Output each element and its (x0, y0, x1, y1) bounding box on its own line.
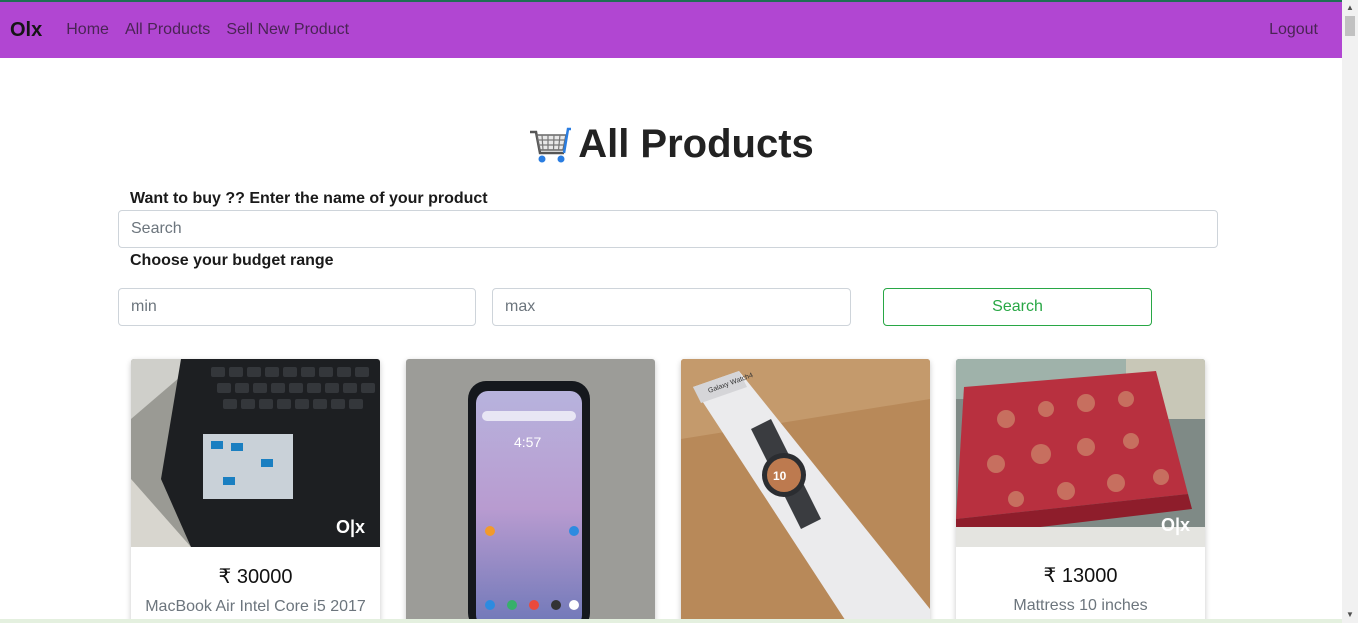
scroll-down-arrow-icon[interactable]: ▼ (1346, 611, 1354, 619)
svg-text:O|x: O|x (1161, 515, 1190, 535)
search-label: Want to buy ?? Enter the name of your pr… (130, 190, 488, 207)
product-image-mattress: O|x (956, 359, 1205, 547)
product-image-phone: 4:57 (406, 359, 655, 623)
bottom-strip (0, 619, 1342, 623)
search-input[interactable] (118, 210, 1218, 248)
product-card[interactable]: O|x ₹ 13000 Mattress 10 inches (956, 359, 1205, 623)
brand-logo[interactable]: Olx (10, 19, 42, 42)
product-card[interactable]: Galaxy Watch4 10 (681, 359, 930, 623)
svg-text:O|x: O|x (336, 517, 365, 537)
svg-text:4:57: 4:57 (514, 434, 541, 450)
product-card[interactable]: O|x ₹ 30000 MacBook Air Intel Core i5 20… (131, 359, 380, 623)
nav-link-sell-new-product[interactable]: Sell New Product (226, 21, 349, 39)
max-price-input[interactable] (492, 288, 851, 326)
navbar: Olx Home All Products Sell New Product L… (0, 2, 1342, 58)
product-card[interactable]: 4:57 (406, 359, 655, 623)
budget-label: Choose your budget range (130, 252, 334, 269)
shopping-cart-icon (530, 127, 572, 162)
nav-link-home[interactable]: Home (66, 21, 109, 39)
product-name: MacBook Air Intel Core i5 2017 (145, 598, 366, 615)
nav-link-all-products[interactable]: All Products (125, 21, 210, 39)
product-image-watch: Galaxy Watch4 10 (681, 359, 930, 623)
scrollbar-thumb[interactable] (1345, 16, 1355, 36)
search-button[interactable]: Search (883, 288, 1152, 326)
product-image-laptop: O|x (131, 359, 380, 547)
min-price-input[interactable] (118, 288, 476, 326)
logout-link[interactable]: Logout (1269, 21, 1318, 39)
product-price: ₹ 13000 (1043, 565, 1118, 587)
vertical-scrollbar[interactable]: ▲ ▼ (1342, 0, 1358, 623)
svg-text:10: 10 (773, 469, 787, 483)
product-name: Mattress 10 inches (1013, 597, 1148, 614)
scroll-up-arrow-icon[interactable]: ▲ (1346, 4, 1354, 12)
page-title: All Products (578, 122, 814, 166)
product-price: ₹ 30000 (218, 566, 293, 588)
page-title-row: All Products (0, 122, 1342, 167)
